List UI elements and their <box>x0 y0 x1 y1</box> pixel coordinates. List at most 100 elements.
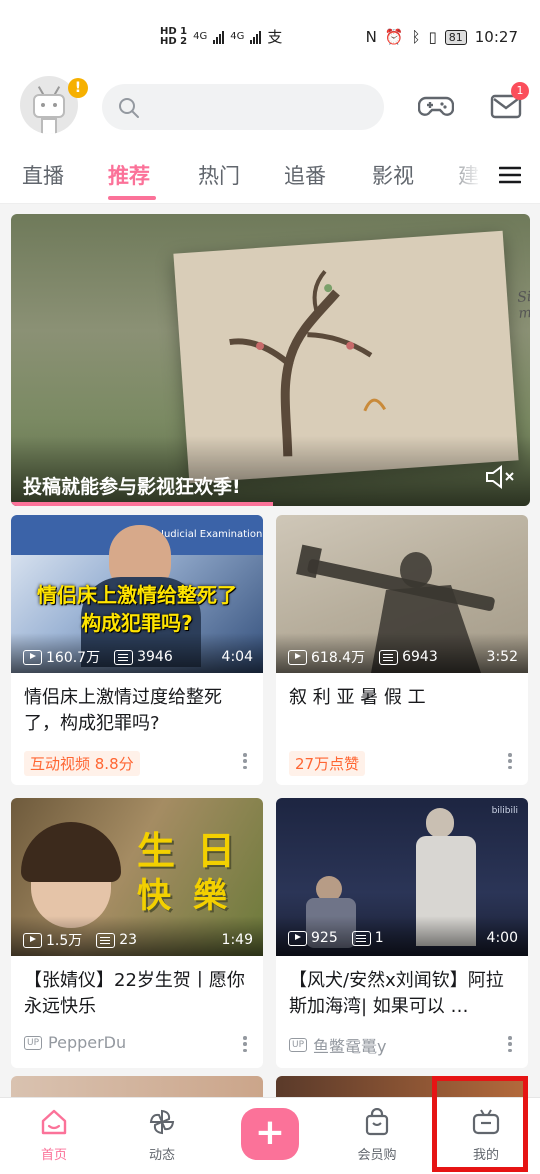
hd1-label: HD 1 <box>160 25 188 37</box>
clock: 10:27 <box>474 28 518 46</box>
play-count-icon <box>23 932 42 948</box>
play-count-icon <box>288 649 307 665</box>
search-icon <box>119 98 139 118</box>
tab-live[interactable]: 直播 <box>22 160 64 190</box>
view-count: 618.4万 <box>311 650 366 666</box>
video-stats: 925 1 4:00 <box>288 930 518 946</box>
danmaku-icon <box>96 932 116 948</box>
video-card[interactable]: 生日 快樂 1.5万 23 1:49 【张婧仪】22岁生贺丨愿你永远快乐 UP … <box>11 798 263 1068</box>
thumb-watermark: bilibili <box>491 806 518 816</box>
video-tag: 互动视频 8.8分 <box>24 751 140 776</box>
danmaku-icon <box>114 649 134 665</box>
more-options-icon[interactable] <box>508 1036 512 1052</box>
nav-dynamic[interactable]: 动态 <box>127 1108 197 1163</box>
view-count: 160.7万 <box>46 650 101 666</box>
banner-paper-text: Sil mmer <box>516 288 530 322</box>
system-indicators: N ⏰ ᛒ ▯ 81 10:27 <box>366 28 518 46</box>
video-duration: 3:52 <box>486 649 518 665</box>
danmaku-count: 23 <box>119 932 138 948</box>
video-stats: 1.5万 23 1:49 <box>23 930 253 950</box>
home-icon <box>41 1109 67 1135</box>
mute-icon[interactable] <box>484 464 516 490</box>
avatar-warning-badge: ! <box>68 78 88 98</box>
danmaku-count: 3946 <box>137 649 173 665</box>
mail-badge: 1 <box>511 82 529 100</box>
video-duration: 4:00 <box>486 930 518 946</box>
battery-icon: 81 <box>444 29 467 45</box>
video-duration: 4:04 <box>221 649 253 665</box>
thumb-hair <box>21 822 121 882</box>
uploader-line[interactable]: UP 鱼鳖鼋鼍y <box>289 1033 387 1057</box>
danmaku-count: 6943 <box>402 649 438 665</box>
view-count: 925 <box>311 930 338 946</box>
play-count-icon <box>288 930 307 946</box>
status-bar: HD 1 HD 2 4G 4G 支 N ⏰ ᛒ ▯ 81 10:27 <box>0 0 540 70</box>
video-card[interactable]: Judicial Examination 情侣床上激情给整死了 构成犯罪吗? 1… <box>11 515 263 785</box>
video-stats: 618.4万 6943 3:52 <box>288 647 518 667</box>
menu-icon[interactable] <box>499 165 521 185</box>
shopping-bag-icon <box>365 1107 389 1136</box>
alarm-icon: ⏰ <box>384 28 404 46</box>
nav-home[interactable]: 首页 <box>19 1108 89 1163</box>
tab-anime[interactable]: 追番 <box>284 160 326 190</box>
thumb-caption-2: 快樂 <box>137 876 249 916</box>
category-tabs: 直播 推荐 热门 追番 影视 建 <box>0 148 540 204</box>
video-duration: 1:49 <box>221 932 253 948</box>
nav-dynamic-label: 动态 <box>148 1148 175 1163</box>
video-card[interactable]: 618.4万 6943 3:52 叙 利 亚 暑 假 工 27万点赞 <box>276 515 528 785</box>
thumb-small-text: Judicial Examination <box>161 529 263 540</box>
top-header: ! 1 <box>0 70 540 148</box>
hd2-label: HD 2 <box>160 35 188 47</box>
video-title[interactable]: 【张婧仪】22岁生贺丨愿你永远快乐 <box>24 968 252 1020</box>
highlight-box <box>432 1076 528 1172</box>
video-card-peek[interactable] <box>11 1076 263 1098</box>
vibrate-icon: ▯ <box>428 28 437 46</box>
video-title[interactable]: 叙 利 亚 暑 假 工 <box>289 685 517 711</box>
view-count: 1.5万 <box>46 933 83 949</box>
net2-label: 4G <box>230 31 245 42</box>
uploader-name: PepperDu <box>48 1033 127 1052</box>
up-badge: UP <box>24 1035 43 1050</box>
net1-label: 4G <box>193 31 208 42</box>
more-options-icon[interactable] <box>243 1036 247 1052</box>
search-input[interactable] <box>102 84 384 130</box>
play-count-icon <box>23 649 42 665</box>
signal1-icon <box>213 30 225 44</box>
active-tab-indicator <box>108 196 156 200</box>
tab-recommend[interactable]: 推荐 <box>108 160 150 190</box>
promo-banner[interactable]: Sil mmer 投稿就能参与影视狂欢季! <box>11 214 530 506</box>
uploader-name: 鱼鳖鼋鼍y <box>313 1037 387 1056</box>
video-stats: 160.7万 3946 4:04 <box>23 647 253 667</box>
pay-icon: 支 <box>267 28 283 46</box>
danmaku-count: 1 <box>374 930 384 946</box>
uploader-line[interactable]: UP PepperDu <box>24 1033 126 1052</box>
video-card[interactable]: bilibili 925 1 4:00 【风犬/安然x刘闻钦】阿拉斯加海湾| 如… <box>276 798 528 1068</box>
danmaku-icon <box>351 930 371 946</box>
thumb-caption-1: 生日 <box>137 828 258 873</box>
pinwheel-icon <box>149 1109 175 1135</box>
tab-fade <box>440 148 500 198</box>
tab-hot[interactable]: 热门 <box>198 160 240 190</box>
nav-shop[interactable]: 会员购 <box>342 1107 412 1163</box>
up-badge: UP <box>289 1038 308 1052</box>
gamepad-icon[interactable] <box>418 90 454 122</box>
upload-plus-button[interactable]: + <box>241 1108 299 1160</box>
video-tag: 27万点赞 <box>289 751 366 776</box>
tab-movies[interactable]: 影视 <box>372 160 414 190</box>
banner-progress <box>11 502 273 506</box>
banner-title: 投稿就能参与影视狂欢季! <box>23 476 241 498</box>
nfc-icon: N <box>365 28 377 46</box>
more-options-icon[interactable] <box>243 753 247 769</box>
video-title[interactable]: 情侣床上激情过度给整死了，构成犯罪吗? <box>24 685 252 737</box>
network-indicators: HD 1 HD 2 4G 4G 支 <box>160 26 282 47</box>
thumb-caption-1: 情侣床上激情给整死了 <box>37 583 237 607</box>
more-options-icon[interactable] <box>508 753 512 769</box>
signal2-icon <box>250 30 262 44</box>
danmaku-icon <box>379 649 399 665</box>
thumb-person-standing <box>426 808 454 838</box>
bluetooth-icon: ᛒ <box>411 28 421 46</box>
nav-shop-label: 会员购 <box>357 1148 397 1163</box>
thumb-caption-2: 构成犯罪吗? <box>81 611 193 635</box>
video-title[interactable]: 【风犬/安然x刘闻钦】阿拉斯加海湾| 如果可以 … <box>289 968 517 1020</box>
nav-home-label: 首页 <box>40 1148 67 1163</box>
